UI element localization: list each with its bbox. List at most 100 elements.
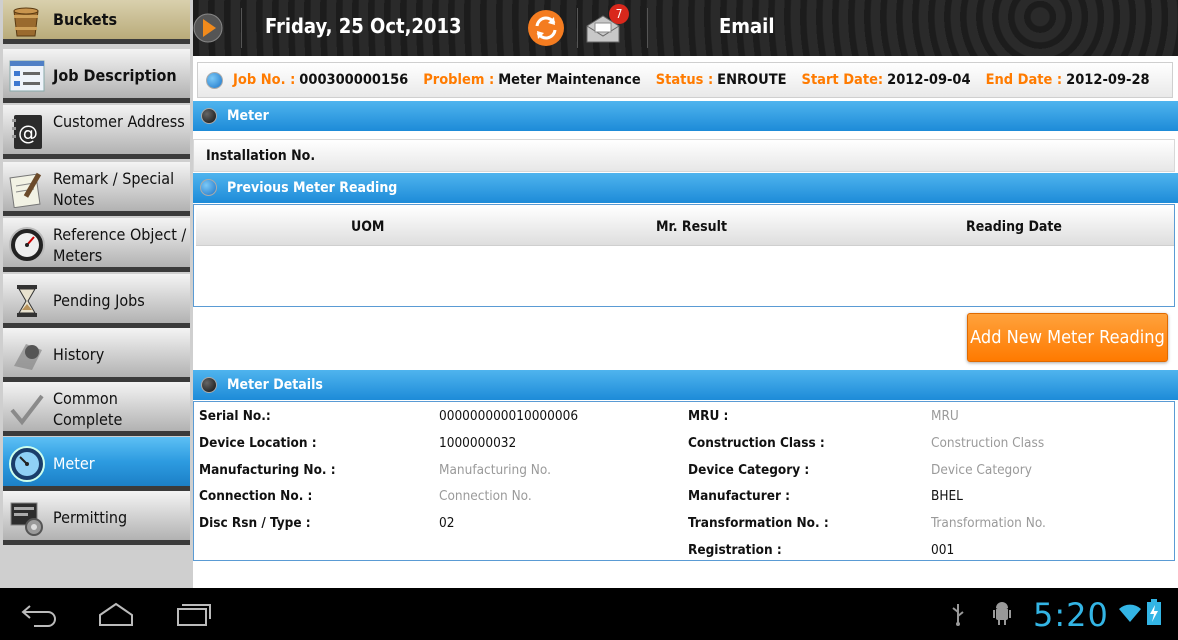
sidebar-item-label: Buckets [53, 10, 118, 29]
meter-details-panel: Serial No.: 000000000010000006 Device Lo… [193, 401, 1175, 561]
sidebar-item-permitting[interactable]: Permitting [3, 491, 190, 545]
meter-icon [9, 446, 45, 482]
email-title: Email [719, 14, 775, 38]
top-bar: Friday, 25 Oct,2013 7 Email [193, 0, 1178, 56]
sidebar-item-history[interactable]: History [3, 328, 190, 382]
detail-value: 001 [931, 542, 955, 558]
table-header: UOM Mr. Result Reading Date [196, 206, 1174, 246]
detail-value: 02 [439, 515, 455, 531]
sync-icon[interactable] [527, 9, 565, 47]
hourglass-icon [17, 285, 37, 317]
problem-label: Problem : [423, 72, 495, 88]
svg-text:@: @ [18, 121, 38, 145]
sidebar: Buckets Job Description @ Customer Addre… [0, 0, 193, 588]
installation-no-row[interactable]: Installation No. [193, 139, 1175, 172]
column-header-uom: UOM [351, 219, 385, 235]
problem-value: Meter Maintenance [498, 72, 641, 88]
detail-value: MRU [931, 408, 959, 424]
detail-row: MRU : [688, 408, 729, 424]
sidebar-item-label: Permitting [53, 508, 128, 527]
home-icon[interactable] [97, 601, 135, 627]
sidebar-item-customer-address[interactable]: @ Customer Address [3, 105, 190, 159]
wifi-icon [1119, 604, 1141, 622]
current-date: Friday, 25 Oct,2013 [265, 14, 462, 38]
installation-no-label: Installation No. [206, 148, 316, 164]
status-value: ENROUTE [717, 72, 787, 88]
end-date-value: 2012-09-28 [1066, 72, 1150, 88]
detail-row: Manufacturer : [688, 488, 791, 504]
job-no-label: Job No. : [233, 72, 296, 88]
start-date-value: 2012-09-04 [887, 72, 971, 88]
meter-details-header[interactable]: Meter Details [193, 370, 1178, 400]
detail-value: Construction Class [931, 435, 1045, 451]
detail-value: Transformation No. [931, 515, 1046, 531]
sidebar-item-meter[interactable]: Meter [3, 437, 190, 491]
usb-icon [952, 604, 964, 626]
divider [241, 8, 242, 48]
main-content: Job No. : 000300000156 Problem : Meter M… [193, 56, 1178, 588]
checklist-icon [9, 60, 45, 92]
meter-section-header[interactable]: Meter [193, 101, 1178, 131]
detail-value: 1000000032 [439, 435, 517, 451]
mail-badge: 7 [609, 4, 629, 24]
detail-row: Transformation No. : [688, 515, 829, 531]
detail-value: 000000000010000006 [439, 408, 579, 424]
back-icon[interactable] [20, 602, 58, 628]
gauge-icon [9, 227, 45, 263]
detail-row: Construction Class : [688, 435, 825, 451]
sidebar-item-label: Remark / Special Notes [53, 169, 175, 209]
clock-history-icon [14, 344, 42, 370]
notepad-icon [9, 172, 42, 208]
sidebar-item-job-description[interactable]: Job Description [3, 49, 190, 103]
sidebar-item-common-complete[interactable]: Common Complete [3, 382, 190, 436]
sidebar-item-buckets[interactable]: Buckets [3, 0, 190, 44]
job-no-value: 000300000156 [299, 72, 409, 88]
detail-value: BHEL [931, 488, 963, 504]
system-navigation-bar: 5:20 [0, 588, 1178, 640]
detail-row: Serial No.: [199, 408, 271, 424]
end-date-label: End Date : [985, 72, 1063, 88]
address-book-icon: @ [12, 115, 42, 149]
detail-value: Device Category [931, 462, 1032, 478]
section-title: Meter Details [227, 377, 323, 393]
sidebar-item-label: Meter [53, 454, 95, 473]
job-summary-bar: Job No. : 000300000156 Problem : Meter M… [197, 62, 1173, 98]
status-dot-icon [206, 71, 223, 89]
bucket-icon [13, 7, 39, 37]
recent-apps-icon[interactable] [175, 601, 213, 627]
sidebar-item-label: Job Description [53, 66, 177, 85]
section-title: Previous Meter Reading [227, 180, 398, 196]
sidebar-item-remark-notes[interactable]: Remark / Special Notes [3, 162, 190, 216]
divider [647, 8, 648, 48]
play-arrow-icon[interactable] [193, 12, 223, 44]
android-debug-icon [993, 602, 1011, 625]
detail-value: Manufacturing No. [439, 462, 551, 478]
permit-gear-icon [10, 502, 43, 536]
previous-reading-header[interactable]: Previous Meter Reading [193, 173, 1178, 203]
start-date-label: Start Date: [801, 72, 884, 88]
previous-reading-table: UOM Mr. Result Reading Date [193, 204, 1175, 307]
sidebar-item-reference-object[interactable]: Reference Object / Meters [3, 218, 190, 272]
sidebar-item-pending-jobs[interactable]: Pending Jobs [3, 274, 190, 328]
column-header-reading-date: Reading Date [966, 219, 1062, 235]
column-header-mr-result: Mr. Result [656, 219, 727, 235]
sidebar-item-label: History [53, 345, 105, 364]
mail-button[interactable]: 7 [585, 4, 635, 50]
sidebar-item-label: Pending Jobs [53, 291, 145, 310]
status-clock: 5:20 [1033, 596, 1109, 634]
battery-charging-icon [1147, 599, 1161, 625]
status-label: Status : [655, 72, 714, 88]
detail-row: Connection No. : [199, 488, 313, 504]
detail-row: Disc Rsn / Type : [199, 515, 311, 531]
divider [577, 8, 578, 48]
sidebar-item-label: Reference Object / Meters [53, 225, 187, 265]
section-bullet-icon [201, 377, 217, 393]
detail-row: Device Location : [199, 435, 317, 451]
detail-value: Connection No. [439, 488, 532, 504]
checkmark-icon [10, 394, 44, 426]
section-bullet-icon [200, 179, 217, 196]
add-new-meter-reading-button[interactable]: Add New Meter Reading [967, 313, 1168, 362]
detail-row: Registration : [688, 542, 782, 558]
sidebar-item-label: Customer Address [53, 112, 185, 131]
section-bullet-icon [201, 108, 217, 124]
